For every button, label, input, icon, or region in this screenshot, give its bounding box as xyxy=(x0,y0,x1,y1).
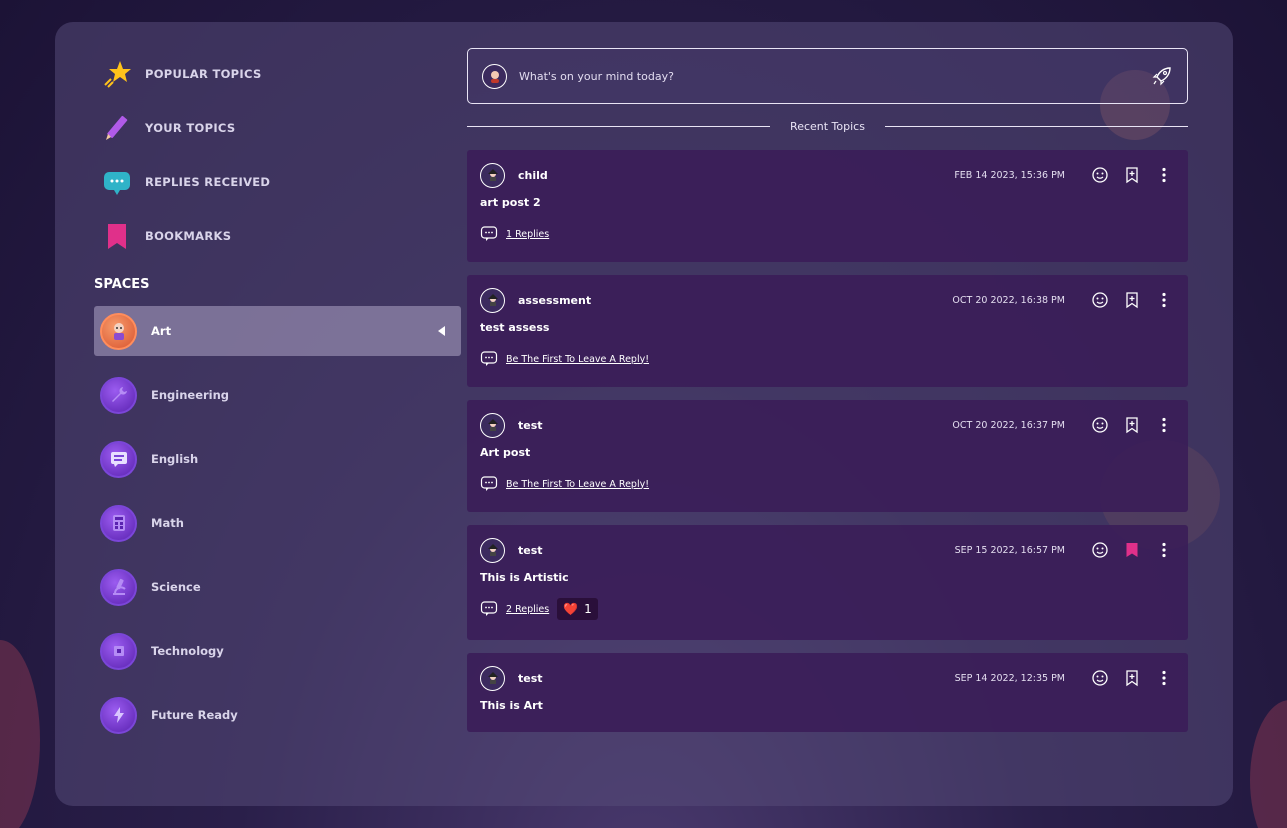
topic-timestamp: OCT 20 2022, 16:38 PM xyxy=(952,294,1065,306)
bookmark-add-icon[interactable] xyxy=(1121,667,1143,689)
book-icon xyxy=(100,440,137,478)
recent-topics-heading: Recent Topics xyxy=(790,120,865,133)
forum-panel: POPULAR TOPICS YOUR TOPICS REPLIES RECEI… xyxy=(55,22,1233,806)
main-feed: Recent Topics child FEB 14 2023, 15:36 P… xyxy=(467,48,1189,732)
emoji-react-icon[interactable] xyxy=(1089,539,1111,561)
lightning-icon xyxy=(100,696,137,734)
replies-icon xyxy=(480,225,498,243)
planet-edge-decoration xyxy=(0,640,40,828)
nav-your-topics[interactable]: YOUR TOPICS xyxy=(94,101,464,155)
space-item-math[interactable]: Math xyxy=(94,498,461,548)
author-avatar xyxy=(480,665,505,691)
topic-title[interactable]: Art post xyxy=(480,446,1175,459)
topic-title[interactable]: test assess xyxy=(480,321,1175,334)
space-item-science[interactable]: Science xyxy=(94,562,461,612)
topic-author[interactable]: child xyxy=(518,169,548,182)
topic-author[interactable]: test xyxy=(518,672,543,685)
replies-icon xyxy=(480,475,498,493)
replies-icon xyxy=(480,600,498,618)
microscope-icon xyxy=(100,568,137,606)
space-item-technology[interactable]: Technology xyxy=(94,626,461,676)
bookmark-add-icon[interactable] xyxy=(1121,414,1143,436)
replies-link[interactable]: 1 Replies xyxy=(506,229,549,240)
chip-icon xyxy=(100,632,137,670)
author-avatar xyxy=(480,287,505,313)
space-item-english[interactable]: English xyxy=(94,434,461,484)
topic-card[interactable]: test SEP 14 2022, 12:35 PM This is Art xyxy=(467,653,1188,732)
topic-timestamp: SEP 14 2022, 12:35 PM xyxy=(954,672,1065,684)
nav-label: YOUR TOPICS xyxy=(145,121,236,135)
more-options-icon[interactable] xyxy=(1153,539,1175,561)
divider-line xyxy=(884,126,1189,127)
heart-icon: ❤️ xyxy=(563,602,579,616)
space-label: Science xyxy=(151,580,201,594)
topic-title[interactable]: This is Art xyxy=(480,699,1175,712)
heart-reaction-badge[interactable]: ❤️ 1 xyxy=(557,598,598,620)
topic-card[interactable]: test OCT 20 2022, 16:37 PM Art post Be T… xyxy=(467,400,1188,512)
more-options-icon[interactable] xyxy=(1153,289,1175,311)
emoji-react-icon[interactable] xyxy=(1089,289,1111,311)
pencil-icon xyxy=(102,113,132,143)
replies-link[interactable]: Be The First To Leave A Reply! xyxy=(506,354,649,365)
topic-timestamp: SEP 15 2022, 16:57 PM xyxy=(954,544,1065,556)
author-avatar xyxy=(480,162,505,188)
nav-bookmarks[interactable]: BOOKMARKS xyxy=(94,209,464,263)
space-label: Math xyxy=(151,516,184,530)
bookmark-filled-icon[interactable] xyxy=(1121,539,1143,561)
spaces-heading: SPACES xyxy=(94,277,150,292)
more-options-icon[interactable] xyxy=(1153,667,1175,689)
emoji-react-icon[interactable] xyxy=(1089,164,1111,186)
topic-author[interactable]: test xyxy=(518,419,543,432)
space-label: Art xyxy=(151,324,172,338)
topic-card[interactable]: test SEP 15 2022, 16:57 PM This is Artis… xyxy=(467,525,1188,640)
topic-timestamp: FEB 14 2023, 15:36 PM xyxy=(954,169,1065,181)
bookmark-add-icon[interactable] xyxy=(1121,164,1143,186)
replies-link[interactable]: Be The First To Leave A Reply! xyxy=(506,479,649,490)
topic-input[interactable] xyxy=(519,69,1151,83)
wrench-icon xyxy=(100,376,137,414)
planet-edge-decoration xyxy=(1250,700,1287,828)
replies-icon xyxy=(480,350,498,368)
art-space-icon xyxy=(100,312,137,350)
topic-title[interactable]: art post 2 xyxy=(480,196,1175,209)
replies-link[interactable]: 2 Replies xyxy=(506,604,549,615)
space-item-future-ready[interactable]: Future Ready xyxy=(94,690,461,740)
bookmark-icon xyxy=(102,221,132,251)
calculator-icon xyxy=(100,504,137,542)
rocket-send-icon[interactable] xyxy=(1151,65,1173,87)
reaction-count: 1 xyxy=(584,602,592,616)
nav-label: REPLIES RECEIVED xyxy=(145,175,271,189)
topic-title[interactable]: This is Artistic xyxy=(480,571,1175,584)
topic-author[interactable]: test xyxy=(518,544,543,557)
space-label: Technology xyxy=(151,644,224,658)
divider-line xyxy=(467,126,771,127)
topic-card[interactable]: child FEB 14 2023, 15:36 PM art post 2 1… xyxy=(467,150,1188,262)
space-label: Engineering xyxy=(151,388,230,402)
topic-timestamp: OCT 20 2022, 16:37 PM xyxy=(952,419,1065,431)
nav-replies-received[interactable]: REPLIES RECEIVED xyxy=(94,155,464,209)
more-options-icon[interactable] xyxy=(1153,414,1175,436)
space-item-engineering[interactable]: Engineering xyxy=(94,370,461,420)
chat-bubble-icon xyxy=(102,167,132,197)
more-options-icon[interactable] xyxy=(1153,164,1175,186)
space-label: Future Ready xyxy=(151,708,238,722)
sidebar: POPULAR TOPICS YOUR TOPICS REPLIES RECEI… xyxy=(94,47,464,754)
emoji-react-icon[interactable] xyxy=(1089,414,1111,436)
author-avatar xyxy=(480,537,505,563)
recent-topics-divider: Recent Topics xyxy=(467,120,1189,133)
nav-label: BOOKMARKS xyxy=(145,229,232,243)
emoji-react-icon[interactable] xyxy=(1089,667,1111,689)
nav-popular-topics[interactable]: POPULAR TOPICS xyxy=(94,47,464,101)
topic-card[interactable]: assessment OCT 20 2022, 16:38 PM test as… xyxy=(467,275,1188,387)
topic-author[interactable]: assessment xyxy=(518,294,591,307)
user-avatar xyxy=(482,63,507,89)
space-label: English xyxy=(151,452,199,466)
nav-label: POPULAR TOPICS xyxy=(145,67,262,81)
bookmark-add-icon[interactable] xyxy=(1121,289,1143,311)
composer xyxy=(467,48,1188,104)
space-item-art[interactable]: Art xyxy=(94,306,461,356)
author-avatar xyxy=(480,412,505,438)
caret-left-icon xyxy=(438,326,445,336)
star-icon xyxy=(102,59,132,89)
